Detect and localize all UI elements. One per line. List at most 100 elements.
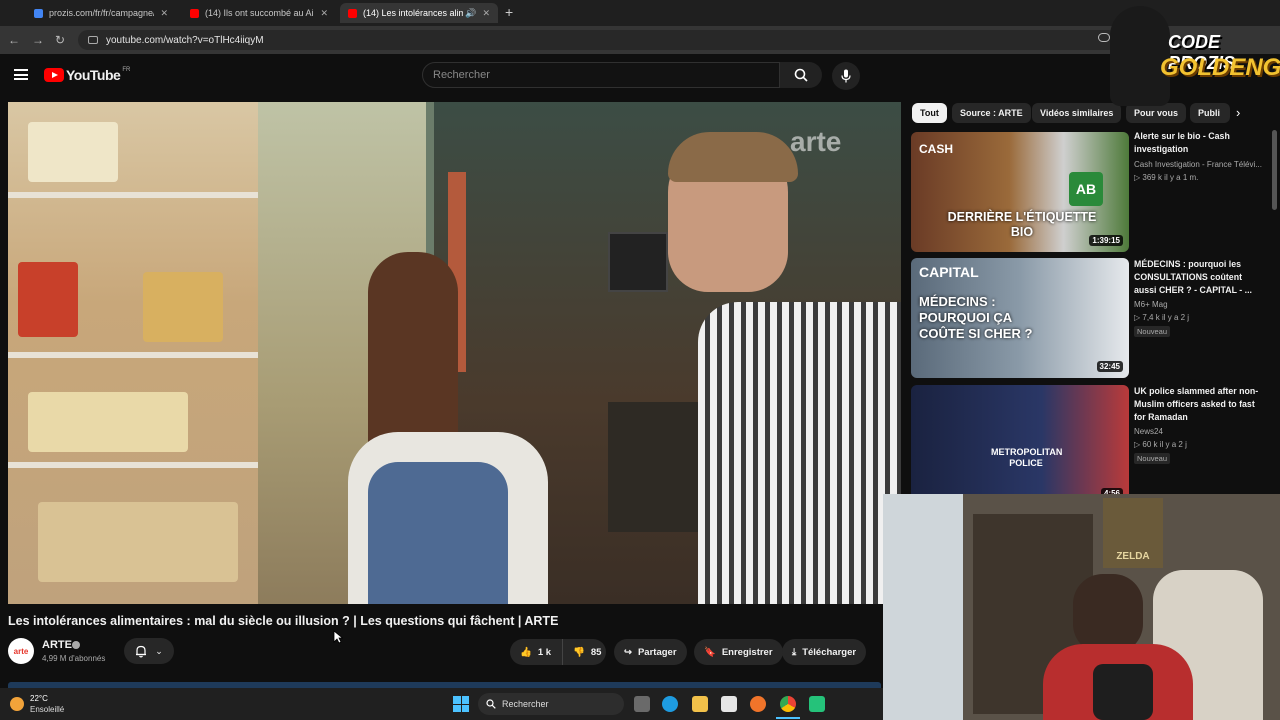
- download-button[interactable]: ⤓ Télécharger: [782, 639, 867, 665]
- like-count: 1 k: [537, 646, 552, 658]
- duration-badge: 1:39:15: [1089, 235, 1123, 246]
- thumb-caption: METROPOLITAN POLICE: [991, 447, 1063, 468]
- file-explorer-icon[interactable]: [692, 696, 708, 712]
- youtube-logo[interactable]: YouTube FR: [44, 67, 130, 83]
- duration-badge: 32:45: [1096, 361, 1123, 372]
- video-player[interactable]: arte: [8, 102, 901, 604]
- tab-close-icon[interactable]: ✕: [160, 8, 168, 19]
- save-button[interactable]: 🔖 Enregistrer: [694, 639, 783, 665]
- search-icon: [486, 699, 496, 709]
- edge-icon[interactable]: [662, 696, 678, 712]
- active-app-indicator: [776, 717, 800, 719]
- browser-tab-prozis[interactable]: prozis.com/fr/fr/campagne/74... ✕: [26, 3, 176, 23]
- cloud-icon[interactable]: [1098, 33, 1110, 42]
- new-tab-button[interactable]: +: [505, 4, 513, 20]
- recommendation-thumbnail[interactable]: METROPOLITAN POLICE 4:56: [911, 385, 1129, 505]
- new-badge: Nouveau: [1134, 453, 1171, 464]
- youtube-favicon-icon: [190, 8, 199, 18]
- site-info-icon[interactable]: [88, 36, 98, 44]
- shelf-divider: [8, 192, 258, 198]
- person-hair: [668, 132, 798, 182]
- tab-close-icon[interactable]: ✕: [320, 8, 328, 19]
- thumb-caption: DERRIÈRE L'ÉTIQUETTE BIO: [947, 210, 1097, 239]
- food-package: [28, 392, 188, 452]
- bell-icon: [136, 645, 147, 657]
- microphone: [1093, 664, 1153, 720]
- weather-temperature[interactable]: 22°C: [30, 694, 48, 703]
- save-label: Enregistrer: [721, 646, 773, 658]
- region-code: FR: [122, 67, 131, 73]
- share-button[interactable]: ↪ Partager: [614, 639, 687, 665]
- logo-text: YouTube: [66, 67, 121, 83]
- thumbs-down-icon: 👎: [573, 646, 585, 658]
- code-prozis-logo: CODE PROZIS GOLDENG: [1110, 2, 1280, 110]
- thumb-caption: MÉDECINS : POURQUOI ÇA COÛTE SI CHER ?: [919, 294, 1033, 341]
- chevron-down-icon: ⌄: [155, 645, 163, 656]
- url-field[interactable]: youtube.com/watch?v=oTlHc4iiqyM: [78, 30, 1118, 50]
- back-arrow-icon[interactable]: ←: [8, 33, 20, 47]
- food-package: [28, 122, 118, 182]
- thumbs-up-icon: 👍: [520, 646, 532, 658]
- notification-bell-button[interactable]: ⌄: [124, 638, 174, 664]
- tab-close-icon[interactable]: ✕: [482, 8, 490, 19]
- browser-address-bar: ← → ↻ youtube.com/watch?v=oTlHc4iiqyM: [0, 26, 1280, 54]
- recommendation-channel[interactable]: M6+ Mag: [1134, 300, 1168, 309]
- recommendation-title[interactable]: MÉDECINS : pourquoi les CONSULTATIONS co…: [1134, 258, 1264, 297]
- taskbar-search[interactable]: Rechercher: [478, 693, 624, 715]
- recommendation-thumbnail[interactable]: CASH AB DERRIÈRE L'ÉTIQUETTE BIO 1:39:15: [911, 132, 1129, 252]
- new-badge: Nouveau: [1134, 326, 1171, 337]
- dislike-button[interactable]: 👎 85: [562, 639, 606, 665]
- windows-start-icon[interactable]: [453, 696, 469, 712]
- speaker-icon[interactable]: 🔊: [465, 8, 476, 19]
- weather-description[interactable]: Ensoleillé: [30, 705, 64, 714]
- scrollbar-thumb[interactable]: [1272, 130, 1277, 210]
- share-icon: ↪: [624, 646, 632, 658]
- food-package: [38, 502, 238, 582]
- striped-shirt: [698, 302, 901, 604]
- search-placeholder: Rechercher: [433, 69, 490, 81]
- recommendation-channel[interactable]: Cash Investigation - France Télévi...: [1134, 160, 1262, 169]
- recommendation-title[interactable]: Alerte sur le bio - Cash investigation: [1134, 130, 1264, 156]
- tab-favicon-icon: [34, 8, 43, 18]
- food-package: [143, 272, 223, 342]
- window-light: [883, 494, 963, 720]
- taskbar-search-label: Rechercher: [502, 699, 549, 709]
- reload-icon[interactable]: ↻: [55, 33, 65, 47]
- chrome-icon[interactable]: [780, 696, 796, 712]
- wall-poster: ZELDA: [1103, 498, 1163, 568]
- shelf-divider: [8, 352, 258, 358]
- like-button[interactable]: 👍 1 k: [510, 639, 562, 665]
- thumb-label: AB: [1069, 172, 1103, 206]
- search-input[interactable]: Rechercher: [422, 62, 780, 88]
- menu-icon[interactable]: [14, 69, 28, 80]
- person-head: [1073, 574, 1143, 654]
- forward-arrow-icon[interactable]: →: [32, 33, 44, 47]
- channel-avatar[interactable]: arte: [8, 638, 34, 664]
- browser-tab-intolerances[interactable]: (14) Les intolérances alimen... 🔊 ✕: [340, 3, 498, 23]
- voice-search-button[interactable]: [832, 62, 860, 90]
- store-counter: [608, 402, 708, 532]
- store-icon[interactable]: [721, 696, 737, 712]
- browser-tab-air-fryer[interactable]: (14) Ils ont succombé au Air fry... ✕: [182, 3, 336, 23]
- recommendation-title[interactable]: UK police slammed after non-Muslim offic…: [1134, 385, 1264, 424]
- firefox-icon[interactable]: [750, 696, 766, 712]
- task-view-icon[interactable]: [634, 696, 650, 712]
- recommendation-thumbnail[interactable]: CAPITAL MÉDECINS : POURQUOI ÇA COÛTE SI …: [911, 258, 1129, 378]
- verified-icon: [72, 641, 80, 649]
- search-button[interactable]: [780, 62, 822, 88]
- sun-icon: [10, 697, 24, 711]
- recommendation-meta: ▷ 369 k il y a 1 m.: [1134, 173, 1199, 182]
- bookmark-icon: 🔖: [704, 646, 716, 658]
- chip-source-arte[interactable]: Source : ARTE: [952, 103, 1031, 123]
- channel-name[interactable]: ARTE: [42, 639, 72, 651]
- chip-all[interactable]: Tout: [912, 103, 947, 123]
- app-icon[interactable]: [809, 696, 825, 712]
- shelf-divider: [8, 462, 258, 468]
- video-title: Les intolérances alimentaires : mal du s…: [8, 614, 559, 628]
- recommendation-channel[interactable]: News24: [1134, 427, 1163, 436]
- download-label: Télécharger: [802, 646, 857, 658]
- tab-label: prozis.com/fr/fr/campagne/74...: [49, 8, 154, 18]
- arte-watermark: arte: [790, 126, 842, 157]
- dislike-count: 85: [590, 646, 602, 658]
- chip-similar[interactable]: Vidéos similaires: [1032, 103, 1122, 123]
